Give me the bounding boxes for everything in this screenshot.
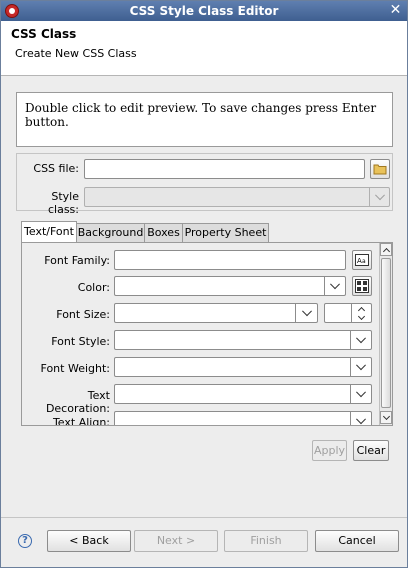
font-chooser-button[interactable]: A a <box>352 250 372 270</box>
chevron-down-icon <box>356 414 366 425</box>
font-weight-dropdown-button[interactable] <box>350 357 372 377</box>
scroll-up-button[interactable] <box>380 243 392 256</box>
text-font-panel: Font Family: A a Color: Font Size: Font … <box>21 242 393 426</box>
editor-window: CSS Style Class Editor ✕ CSS Class Creat… <box>0 0 408 568</box>
next-button[interactable]: Next > <box>134 530 218 552</box>
tab-property-sheet[interactable]: Property Sheet <box>182 223 269 242</box>
css-file-input[interactable] <box>84 159 365 179</box>
footer-separator <box>1 517 407 518</box>
back-button[interactable]: < Back <box>47 530 131 552</box>
finish-button[interactable]: Finish <box>224 530 308 552</box>
font-style-dropdown-button[interactable] <box>350 330 372 350</box>
font-family-label: Font Family: <box>44 254 110 267</box>
font-family-input[interactable] <box>114 250 346 270</box>
text-align-combo[interactable] <box>114 411 351 425</box>
wizard-header: CSS Class Create New CSS Class <box>1 21 407 76</box>
tab-boxes[interactable]: Boxes <box>144 223 183 242</box>
color-dropdown-button[interactable] <box>324 276 346 296</box>
text-decoration-combo[interactable] <box>114 384 351 404</box>
font-size-unit-spinner[interactable] <box>351 303 372 323</box>
font-weight-combo[interactable] <box>114 357 351 377</box>
text-decoration-dropdown-button[interactable] <box>350 384 372 404</box>
browse-button[interactable] <box>370 159 390 179</box>
css-file-label: CSS file: <box>33 162 79 175</box>
font-style-label: Font Style: <box>51 335 110 348</box>
close-icon[interactable]: ✕ <box>388 3 403 18</box>
folder-icon <box>373 164 387 175</box>
cancel-button[interactable]: Cancel <box>315 530 399 552</box>
preview-box[interactable]: Double click to edit preview. To save ch… <box>16 92 393 147</box>
chevron-down-icon <box>330 279 340 290</box>
apply-button[interactable]: Apply <box>312 440 347 461</box>
font-size-unit-field[interactable] <box>324 303 352 323</box>
font-size-label: Font Size: <box>56 308 110 321</box>
header-title: CSS Class <box>11 27 77 41</box>
clear-button[interactable]: Clear <box>353 440 389 461</box>
style-class-combo[interactable] <box>84 187 370 207</box>
scroll-down-button[interactable] <box>380 411 392 424</box>
svg-text:a: a <box>362 258 366 265</box>
tab-text-font[interactable]: Text/Font <box>21 221 77 243</box>
text-align-label: Text Align: <box>52 416 110 426</box>
tab-background[interactable]: Background <box>76 223 145 242</box>
chevron-down-icon <box>357 312 366 321</box>
chevron-down-icon <box>356 387 366 398</box>
text-align-dropdown-button[interactable] <box>350 411 372 425</box>
color-palette-icon <box>355 279 369 293</box>
help-icon[interactable]: ? <box>18 534 32 548</box>
css-file-group: CSS file: Style class: <box>16 153 393 216</box>
scrollbar-thumb[interactable] <box>381 258 391 408</box>
color-label: Color: <box>77 281 110 294</box>
chevron-down-icon <box>356 333 366 344</box>
font-size-dropdown-button[interactable] <box>295 303 318 323</box>
style-class-dropdown-button[interactable] <box>369 187 390 207</box>
header-subtitle: Create New CSS Class <box>15 47 137 60</box>
style-class-label: Style class: <box>47 190 79 216</box>
chevron-down-icon <box>301 306 312 317</box>
chevron-up-icon <box>382 247 391 256</box>
font-style-combo[interactable] <box>114 330 351 350</box>
window-title: CSS Style Class Editor <box>129 4 279 18</box>
color-picker-button[interactable] <box>352 276 372 296</box>
chevron-down-icon <box>374 190 385 201</box>
text-decoration-label: Text Decoration: <box>45 389 110 415</box>
preview-text: Double click to edit preview. To save ch… <box>25 101 377 129</box>
font-size-combo[interactable] <box>114 303 296 323</box>
chevron-down-icon <box>356 360 366 371</box>
font-chooser-icon: A a <box>355 254 369 266</box>
chevron-down-icon <box>382 412 391 421</box>
color-combo[interactable] <box>114 276 325 296</box>
font-weight-label: Font Weight: <box>40 362 110 375</box>
title-bar[interactable]: CSS Style Class Editor ✕ <box>1 1 407 21</box>
panel-scrollbar[interactable] <box>379 243 392 425</box>
